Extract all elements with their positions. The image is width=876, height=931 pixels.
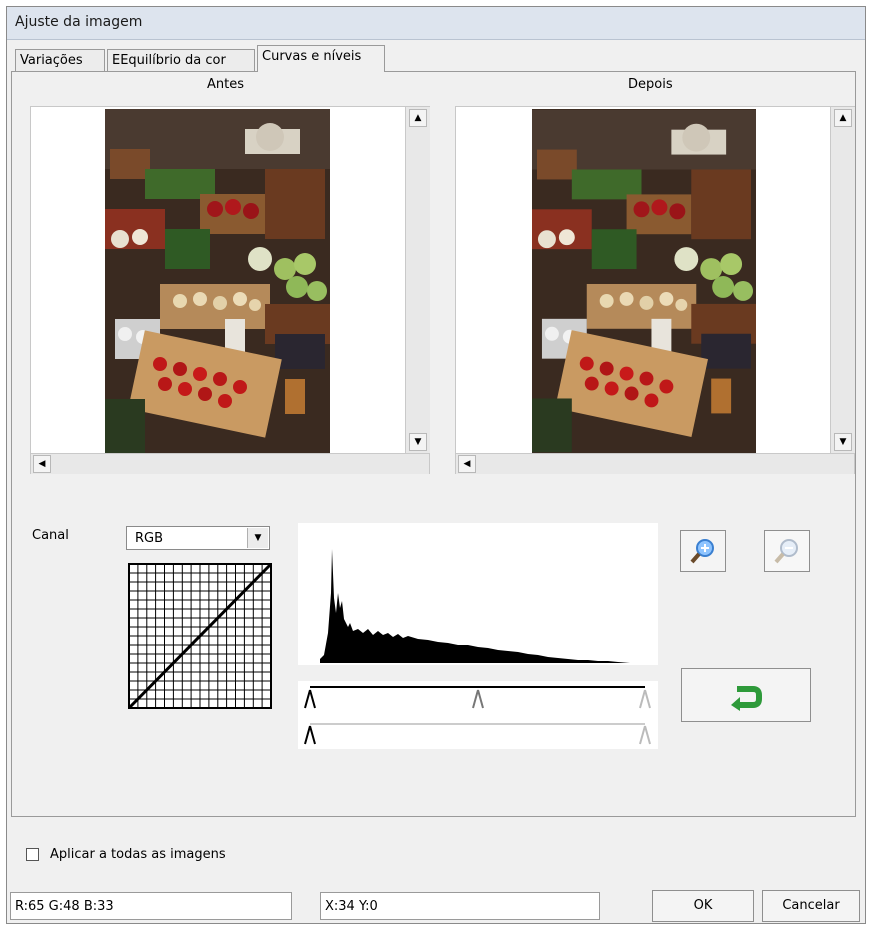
before-photo	[105, 109, 330, 453]
window-title: Ajuste da imagem	[15, 14, 143, 30]
scroll-down-icon[interactable]: ▼	[834, 433, 852, 451]
before-label: Antes	[207, 77, 245, 92]
rgb-readout-field: R:65 G:48 B:33	[10, 892, 292, 920]
channel-select[interactable]: RGB ▼	[126, 526, 270, 550]
tab-variacoes[interactable]: Variações	[15, 49, 105, 71]
zoom-out-button[interactable]	[764, 530, 810, 572]
scroll-left-icon[interactable]: ◀	[33, 455, 51, 473]
tab-curvas-e-niveis[interactable]: Curvas e níveis	[257, 45, 385, 72]
apply-all-checkbox[interactable]	[26, 848, 39, 861]
output-white-point-handle[interactable]	[638, 725, 652, 745]
output-black-point-handle[interactable]	[303, 725, 317, 745]
after-preview[interactable]: ▲ ▼ ◀	[455, 106, 855, 474]
zoom-in-button[interactable]	[680, 530, 726, 572]
histogram-chart	[320, 549, 630, 663]
histogram-panel	[298, 523, 658, 665]
channel-label: Canal	[32, 528, 69, 543]
before-preview[interactable]: ▲ ▼ ◀	[30, 106, 430, 474]
before-vertical-scrollbar[interactable]: ▲ ▼	[405, 107, 430, 453]
after-photo	[532, 109, 756, 453]
before-horizontal-scrollbar[interactable]: ◀	[31, 453, 429, 474]
market-produce-image	[105, 109, 330, 453]
scroll-left-icon[interactable]: ◀	[458, 455, 476, 473]
apply-all-label: Aplicar a todas as imagens	[50, 847, 226, 862]
curves-graph[interactable]	[128, 563, 272, 709]
after-vertical-scrollbar[interactable]: ▲ ▼	[830, 107, 855, 453]
tab-equilibrio-da-cor[interactable]: EEquilíbrio da cor	[107, 49, 255, 71]
title-bar: Ajuste da imagem	[7, 7, 865, 40]
zoom-in-icon	[690, 539, 714, 564]
input-midtone-handle[interactable]	[471, 689, 485, 709]
input-black-point-handle[interactable]	[303, 689, 317, 709]
scroll-down-icon[interactable]: ▼	[409, 433, 427, 451]
after-horizontal-scrollbar[interactable]: ◀	[456, 453, 854, 474]
undo-arrow-icon	[731, 686, 762, 711]
market-produce-image	[532, 109, 756, 453]
xy-readout-field: X:34 Y:0	[320, 892, 600, 920]
scroll-up-icon[interactable]: ▲	[834, 109, 852, 127]
input-white-point-handle[interactable]	[638, 689, 652, 709]
ok-button[interactable]: OK	[652, 890, 754, 922]
levels-sliders	[298, 681, 658, 749]
channel-select-value: RGB	[135, 531, 164, 546]
scroll-up-icon[interactable]: ▲	[409, 109, 427, 127]
after-label: Depois	[628, 77, 673, 92]
reset-button[interactable]	[681, 668, 811, 722]
cancel-button[interactable]: Cancelar	[762, 890, 860, 922]
zoom-out-icon	[774, 539, 798, 564]
chevron-down-icon[interactable]: ▼	[247, 528, 268, 548]
